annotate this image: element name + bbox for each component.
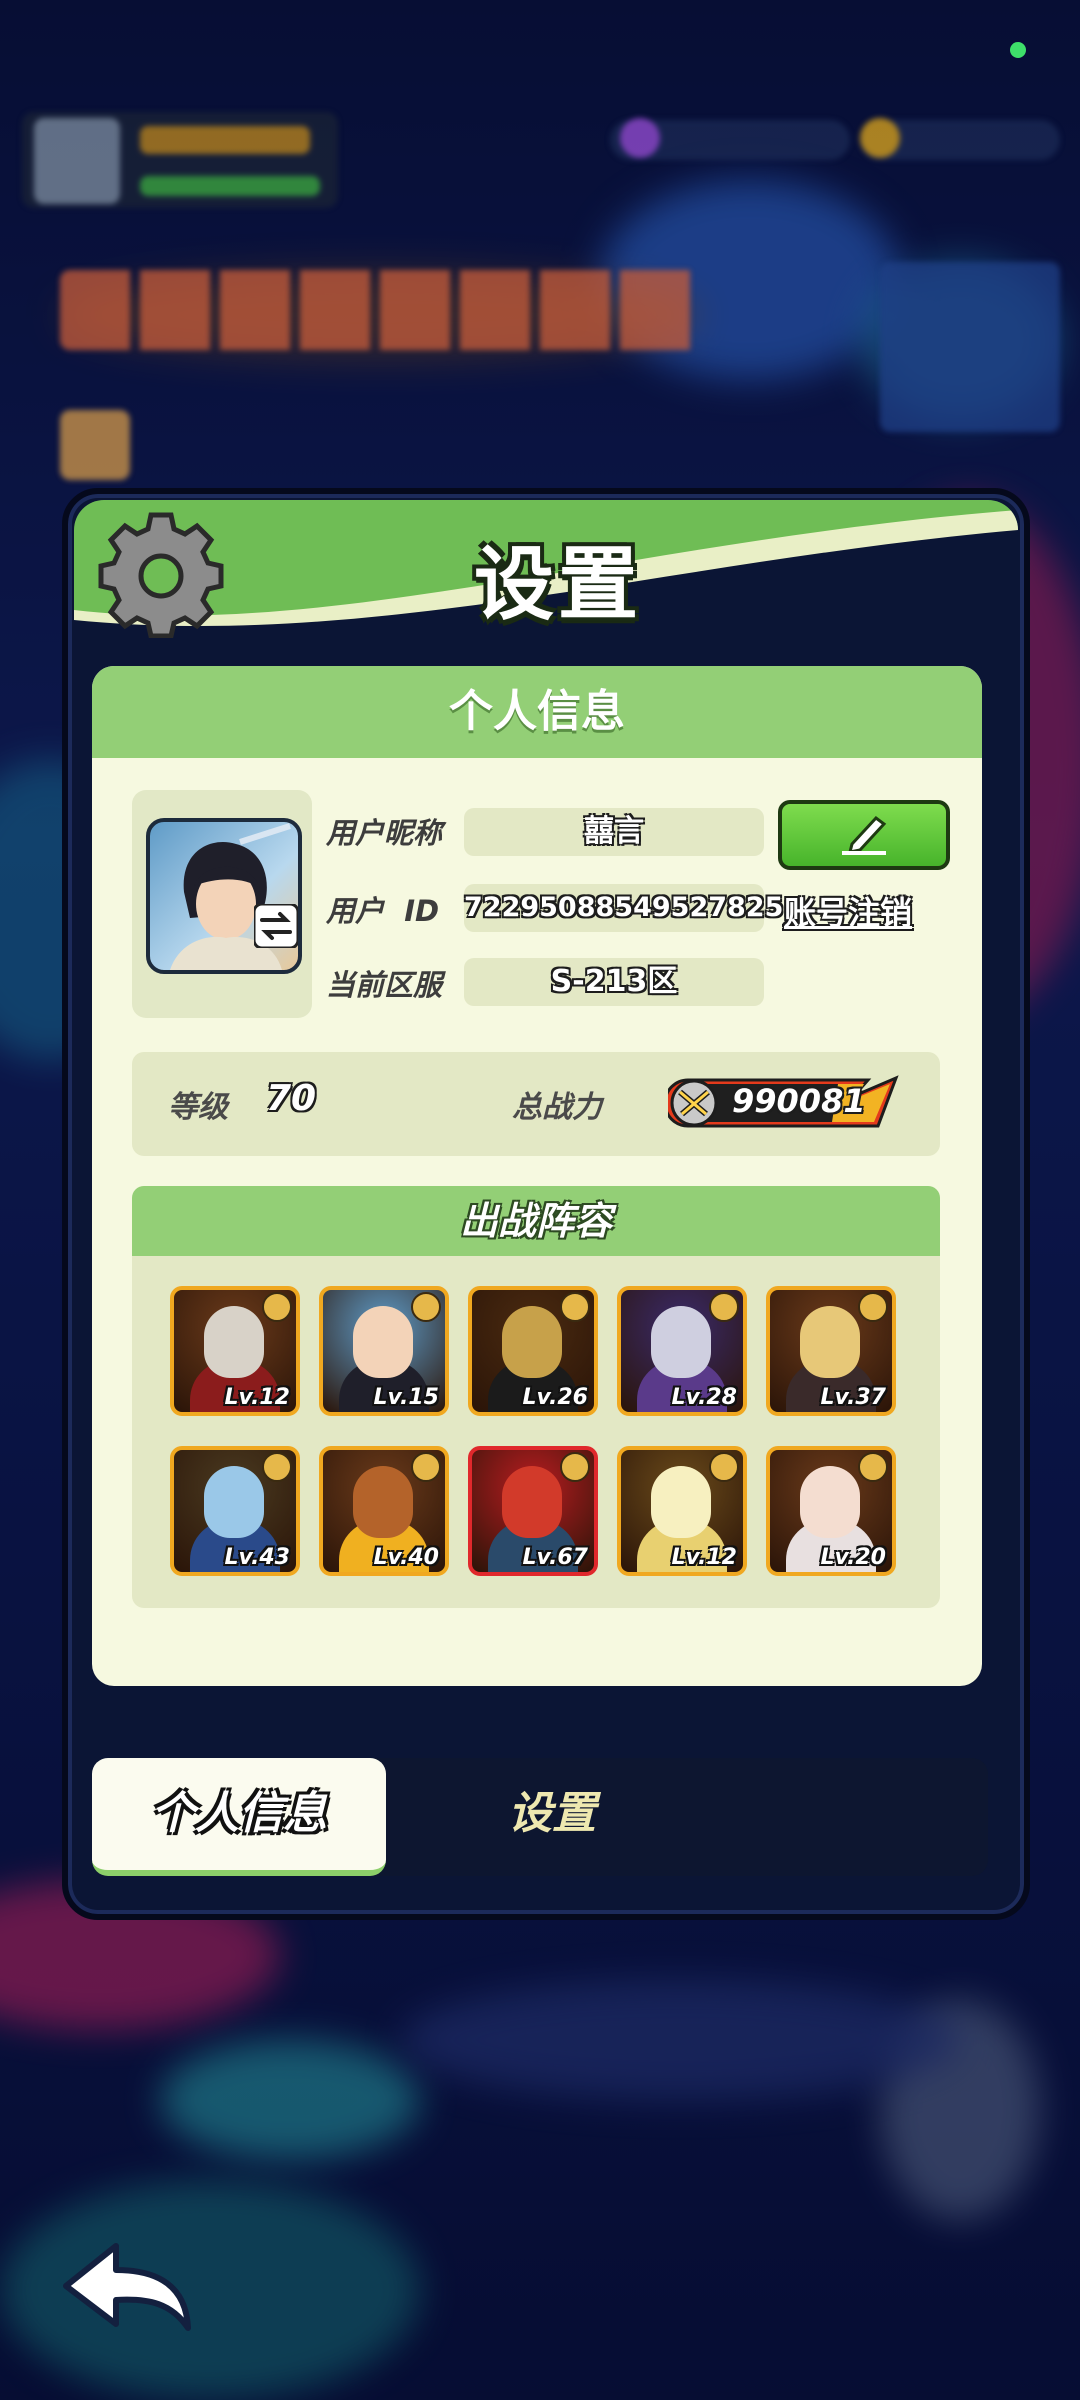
hero-class-badge [858, 1292, 888, 1322]
personal-info-card: 个人信息 用户昵称 囍言 用户 ID 72295088549527825 账号注… [92, 666, 982, 1686]
tab-personal-info[interactable]: 个人信息 [92, 1758, 386, 1876]
level-value: 70 [266, 1078, 317, 1119]
panel-title: 设置 [474, 538, 642, 631]
hero-face [502, 1466, 562, 1538]
avatar-box [132, 790, 312, 1018]
hero-class-badge [411, 1292, 441, 1322]
hero-level: Lv.43 [224, 1545, 290, 1570]
nickname-value: 囍言 [464, 808, 764, 856]
hero-level: Lv.20 [820, 1545, 886, 1570]
level-label: 等级 [168, 1090, 228, 1125]
hero-class-badge [560, 1292, 590, 1322]
hero-face [204, 1306, 264, 1378]
hero-slot[interactable]: Lv.37 [766, 1286, 896, 1416]
hero-slot[interactable]: Lv.67 [468, 1446, 598, 1576]
hero-slot[interactable]: Lv.26 [468, 1286, 598, 1416]
tab-settings[interactable]: 设置 [422, 1758, 682, 1870]
battle-lineup: 出战阵容 Lv.12 Lv.15 Lv.26 Lv.28 Lv.37 Lv.43 Lv.40… [132, 1186, 940, 1608]
hero-level: Lv.15 [373, 1385, 439, 1410]
back-arrow-icon[interactable] [58, 2234, 194, 2334]
hero-slot[interactable]: Lv.15 [319, 1286, 449, 1416]
hero-class-badge [709, 1292, 739, 1322]
hero-slot[interactable]: Lv.12 [617, 1446, 747, 1576]
userid-label: 用户 ID [326, 894, 440, 928]
hero-class-badge [262, 1292, 292, 1322]
avatar[interactable] [146, 818, 302, 974]
hero-level: Lv.40 [373, 1545, 439, 1570]
userid-value: 72295088549527825 [464, 884, 783, 932]
hero-face [651, 1466, 711, 1538]
hero-face [502, 1306, 562, 1378]
hero-face [353, 1306, 413, 1378]
hero-face [204, 1466, 264, 1538]
hero-slot[interactable]: Lv.43 [170, 1446, 300, 1576]
hero-level: Lv.67 [522, 1545, 588, 1570]
status-indicator-dot [1010, 42, 1026, 58]
edit-nickname-button[interactable] [778, 800, 950, 870]
hero-level: Lv.12 [671, 1545, 737, 1570]
hero-slot[interactable]: Lv.12 [170, 1286, 300, 1416]
power-value: 990081 [732, 1082, 866, 1120]
hero-class-badge [262, 1452, 292, 1482]
panel-header: 设置 [74, 500, 1018, 640]
server-label: 当前区服 [326, 968, 443, 1002]
sword-icon [670, 1079, 718, 1127]
tab-bar: 个人信息 设置 [92, 1758, 988, 1876]
lineup-heading: 出战阵容 [132, 1186, 940, 1256]
hero-face [800, 1466, 860, 1538]
hero-level: Lv.12 [224, 1385, 290, 1410]
hero-level: Lv.26 [522, 1385, 588, 1410]
power-label: 总战力 [512, 1090, 602, 1125]
hero-slot[interactable]: Lv.40 [319, 1446, 449, 1576]
server-value: S-213区 [464, 958, 764, 1006]
hero-class-badge [411, 1452, 441, 1482]
cancel-account-link[interactable]: 账号注销 [784, 888, 912, 934]
hero-face [353, 1466, 413, 1538]
stats-box: 等级 70 总战力 990081 [132, 1052, 940, 1156]
personal-info-heading: 个人信息 [92, 666, 982, 758]
edit-pencil-icon [842, 815, 887, 855]
hero-level: Lv.28 [671, 1385, 737, 1410]
gear-icon [98, 512, 224, 638]
nickname-label: 用户昵称 [326, 816, 443, 850]
hero-class-badge [858, 1452, 888, 1482]
hero-face [800, 1306, 860, 1378]
swap-icon[interactable] [254, 904, 298, 948]
hero-slot[interactable]: Lv.20 [766, 1446, 896, 1576]
hero-slot[interactable]: Lv.28 [617, 1286, 747, 1416]
hero-class-badge [709, 1452, 739, 1482]
hero-class-badge [560, 1452, 590, 1482]
hero-face [651, 1306, 711, 1378]
hero-level: Lv.37 [820, 1385, 886, 1410]
